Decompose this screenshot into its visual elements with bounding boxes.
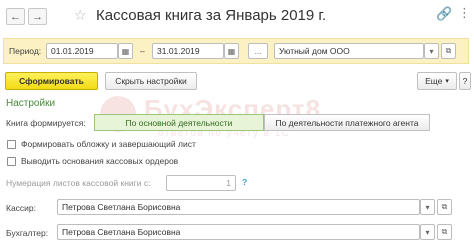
option-payment-agent[interactable]: По деятельности платежного агента — [264, 114, 430, 131]
back-button[interactable]: ← — [6, 8, 25, 25]
cashier-open-button[interactable]: ⧉ — [437, 199, 452, 215]
option-main-activity[interactable]: По основной деятельности — [94, 114, 264, 131]
watermark: БухЭксперт8 ответов по учету в 1С — [88, 94, 388, 162]
chevron-down-icon: ▾ — [425, 202, 430, 212]
period-select-button[interactable]: ... — [248, 43, 268, 59]
period-separator: – — [140, 46, 145, 56]
favorite-star-icon[interactable]: ☆ — [74, 7, 87, 24]
open-link-icon: ⧉ — [445, 46, 452, 55]
organization-dropdown-button[interactable]: ▾ — [424, 43, 439, 59]
accountant-field[interactable]: Петрова Светлана Борисовна — [57, 224, 420, 240]
organization-field[interactable]: Уютный дом ООО — [274, 43, 424, 59]
open-link-icon: ⧉ — [441, 227, 448, 236]
help-button[interactable]: ? — [459, 72, 471, 90]
accountant-open-button[interactable]: ⧉ — [437, 224, 452, 240]
reasons-label: Выводить основания кассовых ордеров — [21, 156, 179, 166]
organization-open-button[interactable]: ⧉ — [441, 43, 456, 59]
hide-settings-button[interactable]: Скрыть настройки — [105, 72, 197, 90]
cashier-dropdown-button[interactable]: ▾ — [420, 199, 435, 215]
open-link-icon: ⧉ — [441, 202, 448, 211]
chevron-down-icon: ▾ — [445, 78, 449, 85]
calendar-icon: ▦ — [227, 46, 236, 56]
accountant-dropdown-button[interactable]: ▾ — [420, 224, 435, 240]
cashier-label: Кассир: — [6, 203, 37, 213]
forward-button[interactable]: → — [28, 8, 47, 25]
accountant-label: Бухгалтер: — [6, 228, 49, 238]
more-menu-button[interactable]: Еще ▾ — [417, 72, 457, 90]
book-formed-label: Книга формируется: — [6, 118, 86, 128]
settings-section-title: Настройки — [6, 98, 56, 109]
numbering-field[interactable]: 1 — [166, 175, 236, 191]
cashier-field[interactable]: Петрова Светлана Борисовна — [57, 199, 420, 215]
cover-checkbox[interactable] — [7, 140, 16, 149]
arrow-right-icon: → — [32, 10, 43, 23]
calendar-to-button[interactable]: ▦ — [224, 43, 239, 59]
window-title: Кассовая книга за Январь 2019 г. — [96, 7, 327, 24]
period-to-field[interactable]: 31.01.2019 — [152, 43, 224, 59]
calendar-from-button[interactable]: ▦ — [118, 43, 133, 59]
more-menu-label: Еще — [425, 76, 443, 86]
chevron-down-icon: ▾ — [425, 227, 430, 237]
more-vertical-icon[interactable]: ⋮ — [458, 5, 471, 21]
calendar-icon: ▦ — [121, 46, 130, 56]
period-from-field[interactable]: 01.01.2019 — [46, 43, 118, 59]
chevron-down-icon: ▾ — [429, 46, 434, 56]
link-icon[interactable]: 🔗 — [436, 6, 452, 22]
cover-label: Формировать обложку и завершающий лист — [21, 139, 196, 149]
numbering-label: Нумерация листов кассовой книги с: — [6, 178, 151, 188]
generate-button[interactable]: Сформировать — [5, 72, 98, 90]
period-label: Период: — [9, 46, 42, 56]
arrow-left-icon: ← — [10, 10, 21, 23]
numbering-help-icon[interactable]: ? — [242, 177, 247, 187]
reasons-checkbox[interactable] — [7, 157, 16, 166]
